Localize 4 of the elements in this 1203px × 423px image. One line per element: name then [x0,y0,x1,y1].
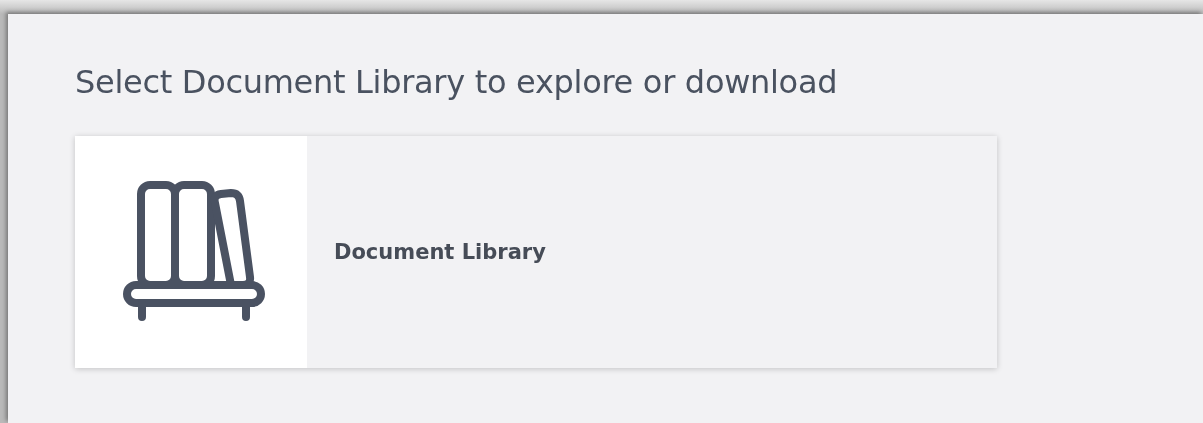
library-name: Document Library [334,240,546,264]
page-heading: Select Document Library to explore or download [75,62,839,102]
bookshelf-icon [123,181,267,323]
library-card[interactable]: Document Library [75,136,997,368]
